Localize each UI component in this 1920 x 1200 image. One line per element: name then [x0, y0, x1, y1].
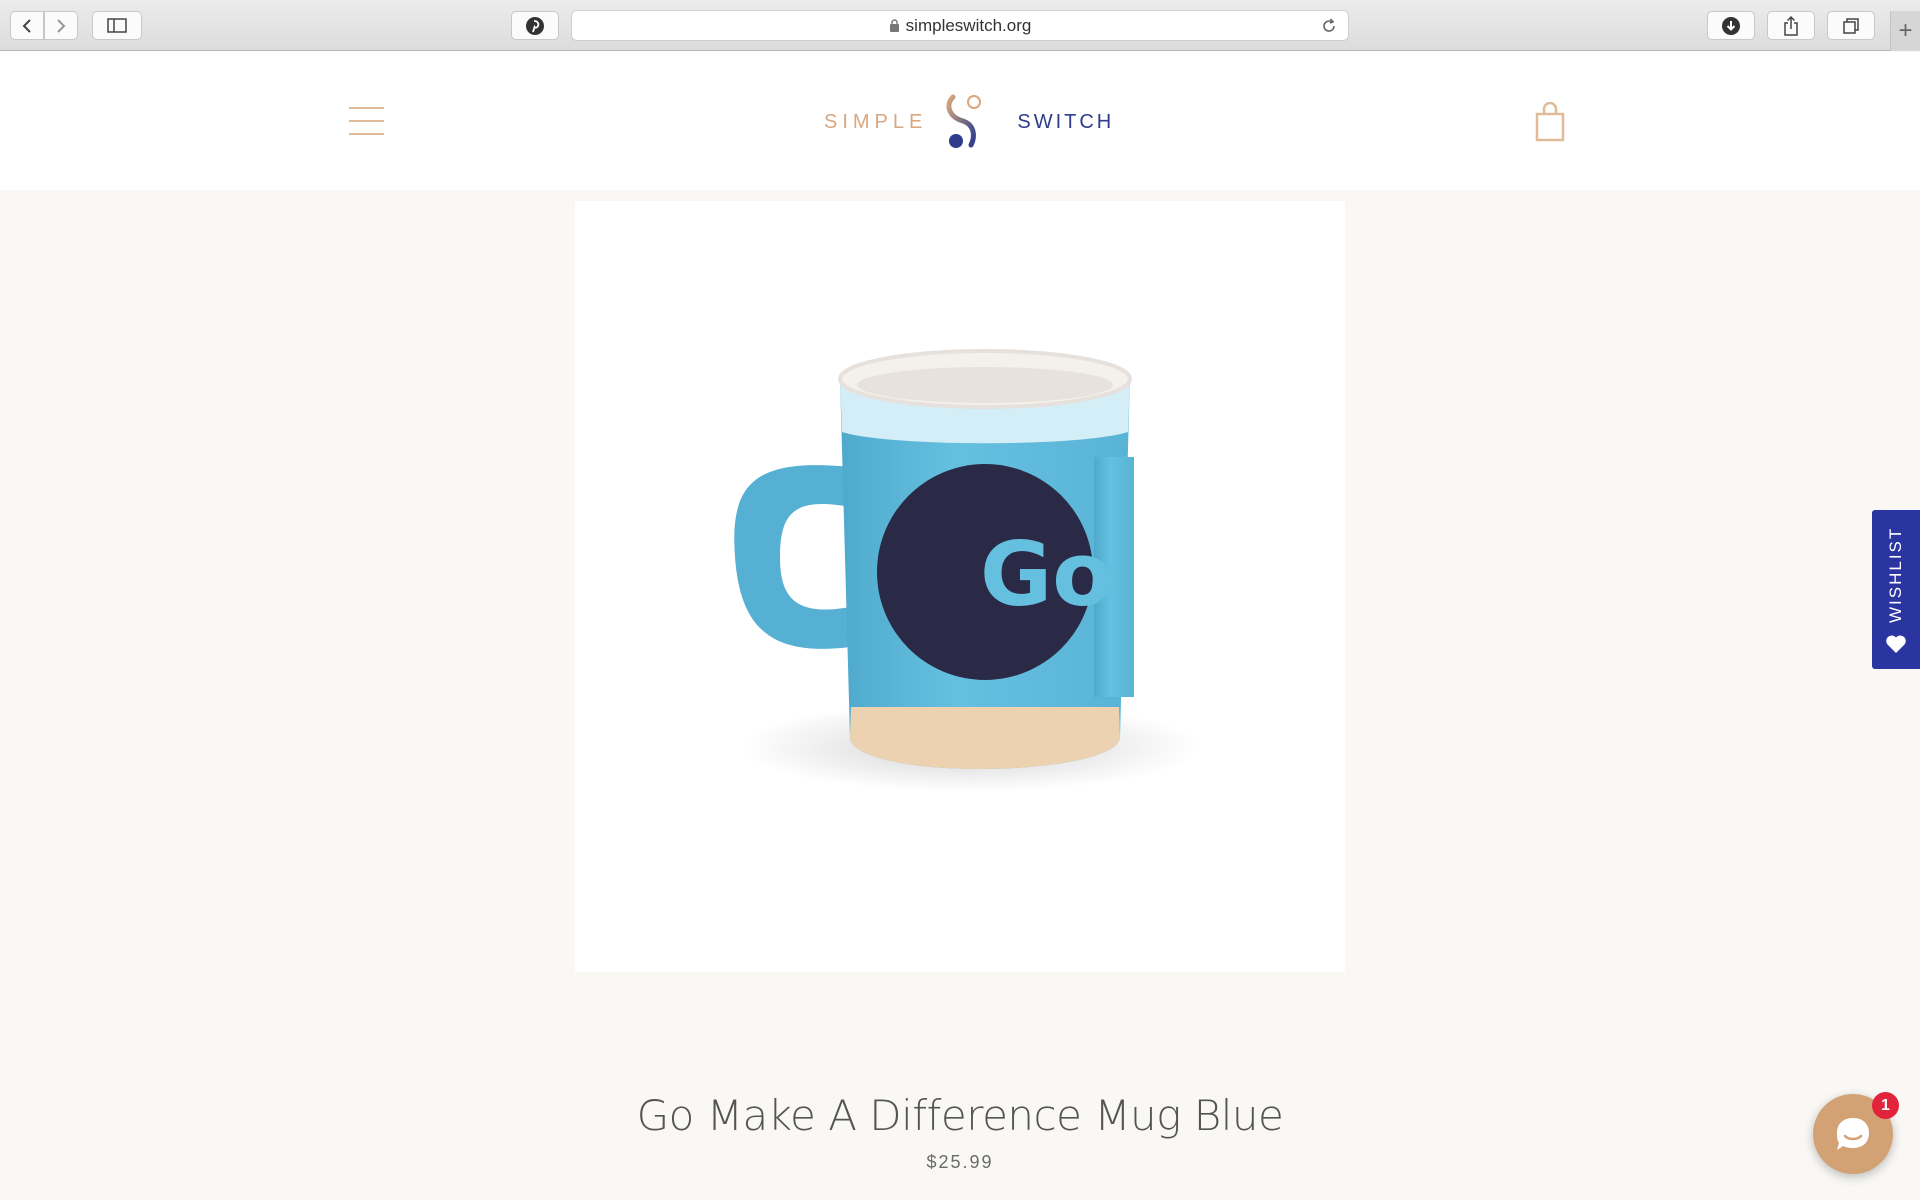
site-header: SIMPLE SWITCH: [0, 52, 1920, 190]
product-image[interactable]: Go: [575, 201, 1345, 972]
hamburger-icon: [349, 107, 384, 109]
chat-bubble-icon: [1837, 1118, 1869, 1150]
plus-icon: +: [1898, 17, 1913, 44]
mug-print-text: Go: [980, 523, 1113, 626]
heart-icon: [1886, 635, 1906, 653]
share-button[interactable]: [1767, 11, 1815, 40]
chevron-left-icon: [22, 18, 31, 33]
forward-button[interactable]: [44, 11, 78, 40]
download-button[interactable]: [1707, 11, 1755, 40]
sidebar-button[interactable]: [92, 11, 142, 40]
download-icon: [1722, 16, 1740, 35]
tabs-overview-button[interactable]: [1827, 11, 1875, 40]
back-button[interactable]: [10, 11, 44, 40]
product-title: Go Make A Difference Mug Blue: [636, 1091, 1284, 1140]
pinterest-icon: [526, 16, 544, 35]
logo-mark-icon: [946, 94, 982, 148]
url-text: simpleswitch.org: [905, 15, 1032, 35]
pinterest-button[interactable]: [511, 11, 559, 40]
browser-toolbar: simpleswitch.org +: [0, 0, 1920, 51]
product-price: $25.99: [926, 1152, 994, 1172]
address-bar[interactable]: simpleswitch.org: [571, 10, 1349, 41]
logo-text-switch: SWITCH: [1017, 110, 1115, 133]
share-icon: [1784, 15, 1798, 36]
sidebar-icon: [107, 18, 127, 33]
chat-notification-badge: 1: [1872, 1092, 1899, 1119]
shopping-bag-icon: [1535, 101, 1565, 142]
menu-button[interactable]: [349, 107, 384, 135]
lock-icon: [889, 19, 899, 32]
tabs-icon: [1843, 17, 1859, 34]
site-logo[interactable]: SIMPLE SWITCH: [824, 92, 1114, 152]
cart-button[interactable]: [1534, 101, 1566, 142]
new-tab-button[interactable]: +: [1890, 11, 1920, 51]
logo-text-simple: SIMPLE: [824, 110, 928, 133]
mug-illustration: Go: [734, 348, 1200, 792]
reload-icon[interactable]: [1320, 17, 1338, 35]
chevron-right-icon: [57, 18, 66, 33]
wishlist-tab[interactable]: WISHLIST: [1872, 510, 1920, 669]
